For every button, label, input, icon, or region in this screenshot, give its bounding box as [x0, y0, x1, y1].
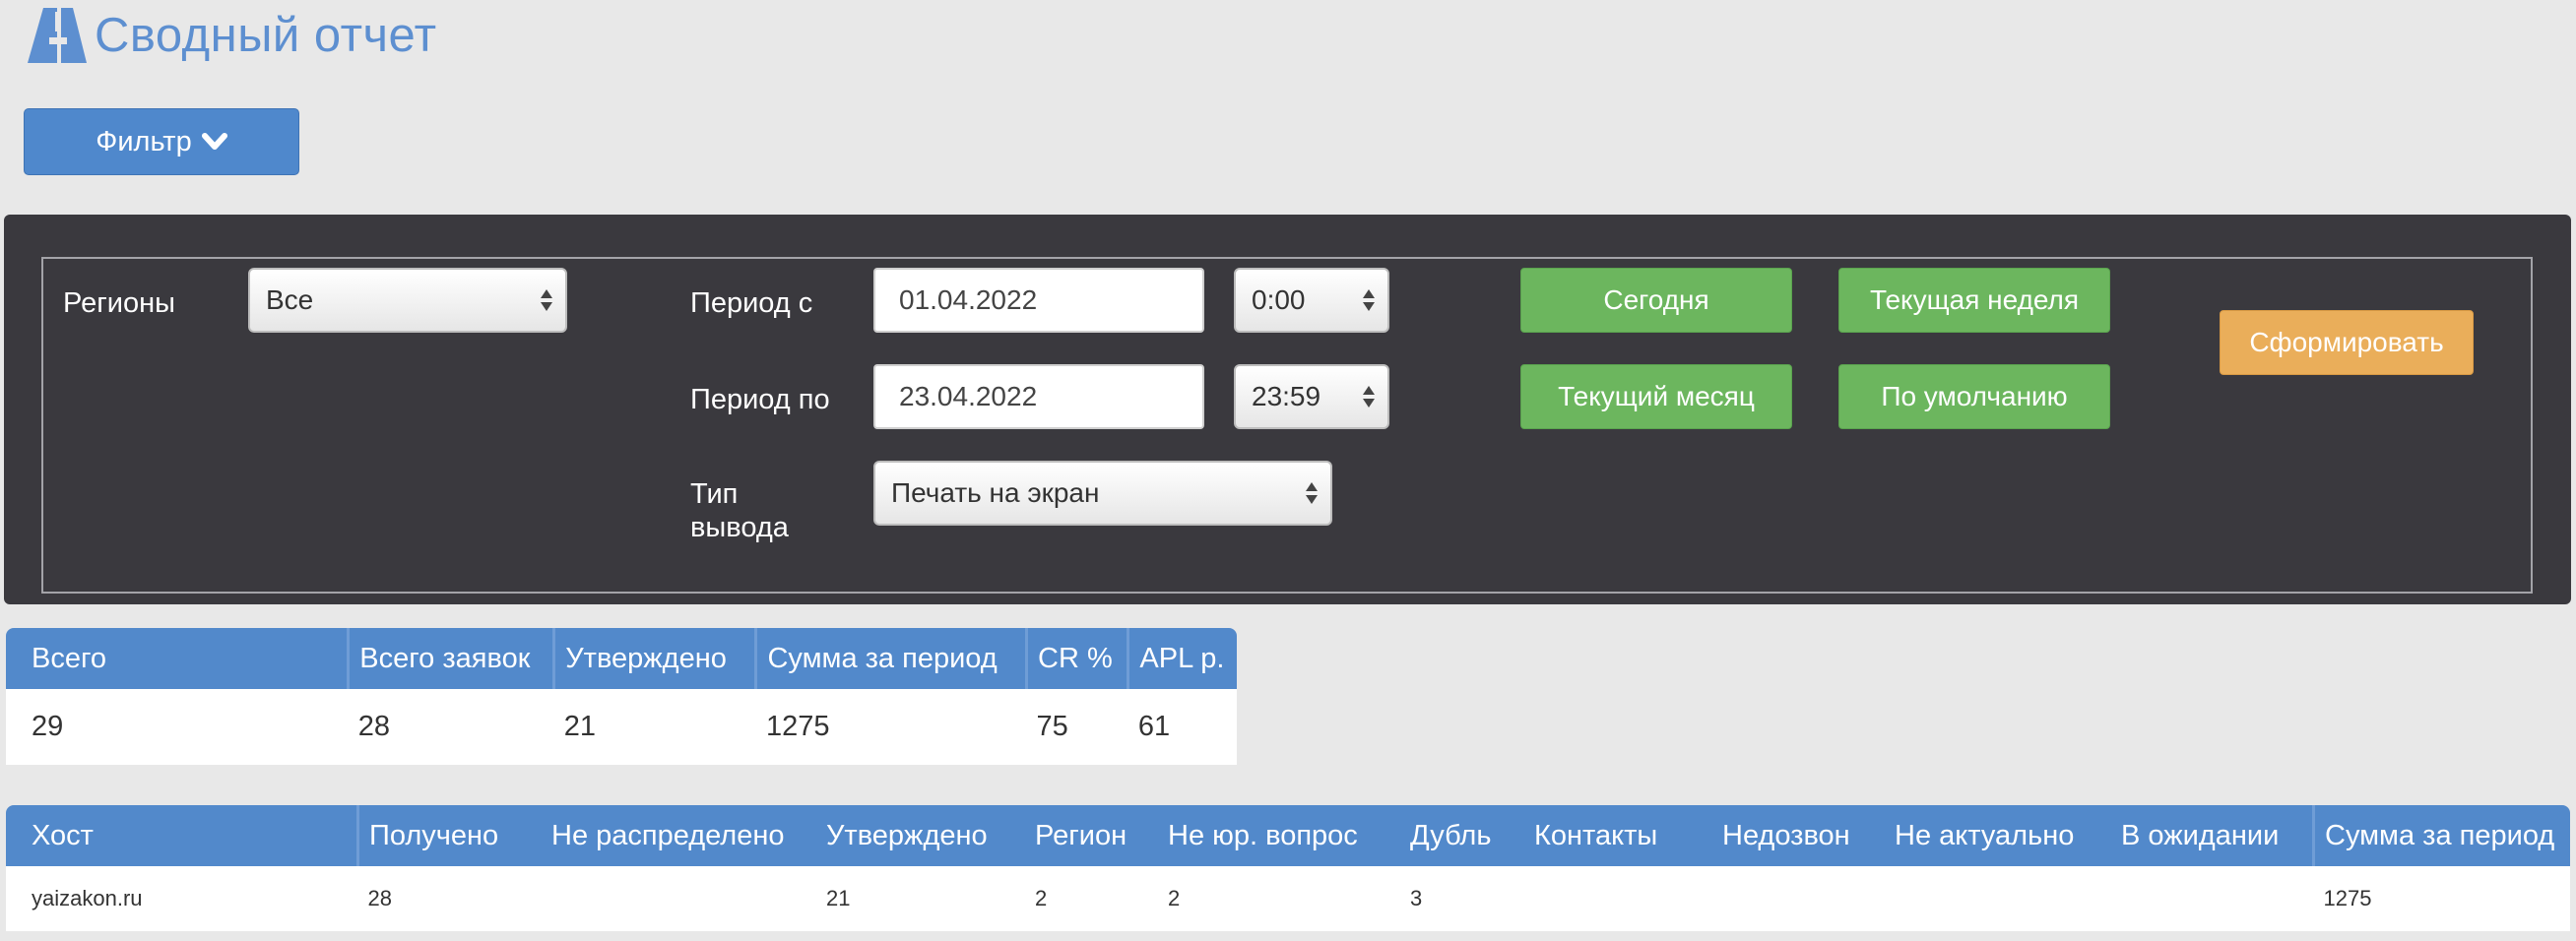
regions-label: Регионы: [63, 287, 175, 319]
hosts-cell-sum: 1275: [2313, 866, 2570, 931]
summary-table: Всего Всего заявок Утверждено Сумма за п…: [6, 628, 1237, 765]
select-arrows-icon: [541, 289, 552, 311]
period-to-time-select[interactable]: 23:59: [1234, 364, 1389, 429]
hosts-cell-host: yaizakon.ru: [6, 866, 358, 931]
hosts-header-duplicate[interactable]: Дубль: [1400, 805, 1524, 866]
hosts-header-approved[interactable]: Утверждено: [816, 805, 1025, 866]
period-to-time-value: 23:59: [1252, 381, 1321, 411]
page-header: Сводный отчет: [28, 6, 437, 65]
page-title: Сводный отчет: [95, 9, 437, 62]
period-from-date-input[interactable]: 01.04.2022: [873, 268, 1204, 333]
hosts-header-not-actual[interactable]: Не актуально: [1885, 805, 2111, 866]
summary-cell-cr: 75: [1026, 689, 1128, 765]
summary-cell-apl: 61: [1127, 689, 1237, 765]
filter-toggle-button[interactable]: Фильтр: [24, 108, 299, 175]
current-month-button[interactable]: Текущий месяц: [1520, 364, 1792, 429]
hosts-header-contacts[interactable]: Контакты: [1524, 805, 1712, 866]
hosts-cell-duplicate: 3: [1400, 866, 1524, 931]
summary-header-approved[interactable]: Утверждено: [552, 628, 756, 689]
hosts-table: Хост Получено Не распределено Утверждено…: [6, 805, 2570, 931]
regions-select-value: Все: [266, 284, 314, 315]
hosts-header-region[interactable]: Регион: [1025, 805, 1158, 866]
period-from-label: Период с: [690, 287, 813, 319]
today-button[interactable]: Сегодня: [1520, 268, 1792, 333]
hosts-cell-region: 2: [1025, 866, 1158, 931]
summary-header-row: Всего Всего заявок Утверждено Сумма за п…: [6, 628, 1237, 689]
hosts-header-host[interactable]: Хост: [6, 805, 358, 866]
period-from-time-value: 0:00: [1252, 284, 1306, 315]
hosts-header-row: Хост Получено Не распределено Утверждено…: [6, 805, 2570, 866]
summary-header-total-requests[interactable]: Всего заявок: [347, 628, 554, 689]
hosts-cell-not-actual: [1885, 866, 2111, 931]
hosts-header-pending[interactable]: В ожидании: [2111, 805, 2314, 866]
filter-form: Регионы Все Период с 01.04.2022 0:00 Пер…: [41, 257, 2533, 594]
table-row: 29 28 21 1275 75 61: [6, 689, 1237, 765]
summary-header-total[interactable]: Всего: [6, 628, 349, 689]
summary-cell-total: 29: [6, 689, 349, 765]
hosts-cell-not-legal: 2: [1158, 866, 1400, 931]
hosts-cell-unassigned: [542, 866, 816, 931]
select-arrows-icon: [1363, 386, 1375, 408]
table-row: yaizakon.ru 28 21 2 2 3 1275: [6, 866, 2570, 931]
hosts-cell-approved: 21: [816, 866, 1025, 931]
summary-header-cr[interactable]: CR %: [1025, 628, 1128, 689]
hosts-cell-received: 28: [357, 866, 542, 931]
summary-cell-approved: 21: [553, 689, 756, 765]
chevron-down-icon: [201, 133, 227, 150]
hosts-header-sum[interactable]: Сумма за период: [2312, 805, 2570, 866]
summary-header-sum[interactable]: Сумма за период: [754, 628, 1027, 689]
default-button[interactable]: По умолчанию: [1838, 364, 2110, 429]
filter-panel: Регионы Все Период с 01.04.2022 0:00 Пер…: [4, 215, 2571, 604]
hosts-cell-pending: [2111, 866, 2314, 931]
filter-toggle-label: Фильтр: [96, 125, 192, 157]
period-to-label: Период по: [690, 384, 830, 415]
output-type-value: Печать на экран: [891, 477, 1100, 508]
summary-cell-sum: 1275: [755, 689, 1027, 765]
hosts-header-unassigned[interactable]: Не распределено: [542, 805, 816, 866]
hosts-cell-contacts: [1524, 866, 1712, 931]
output-type-label: Тип вывода: [690, 478, 789, 543]
current-week-button[interactable]: Текущая неделя: [1838, 268, 2110, 333]
select-arrows-icon: [1363, 289, 1375, 311]
hosts-cell-no-answer: [1712, 866, 1885, 931]
period-to-date-input[interactable]: 23.04.2022: [873, 364, 1204, 429]
regions-select[interactable]: Все: [248, 268, 567, 333]
hosts-header-received[interactable]: Получено: [356, 805, 542, 866]
output-type-select[interactable]: Печать на экран: [873, 461, 1332, 526]
generate-report-button[interactable]: Сформировать: [2220, 310, 2474, 375]
summary-header-apl[interactable]: APL р.: [1127, 628, 1237, 689]
hosts-header-not-legal[interactable]: Не юр. вопрос: [1158, 805, 1400, 866]
hosts-header-no-answer[interactable]: Недозвон: [1712, 805, 1885, 866]
logo-icon: [28, 8, 87, 63]
summary-cell-total-requests: 28: [348, 689, 554, 765]
select-arrows-icon: [1306, 482, 1318, 504]
period-from-time-select[interactable]: 0:00: [1234, 268, 1389, 333]
